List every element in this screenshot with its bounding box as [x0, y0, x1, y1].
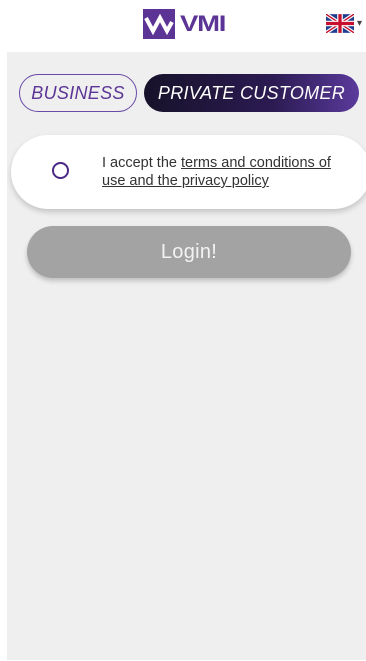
accept-terms-radio[interactable] — [52, 162, 69, 179]
app-header: VMI ▾ — [0, 0, 366, 52]
terms-text: I accept the terms and conditions of use… — [102, 154, 352, 190]
uk-flag-icon — [326, 13, 354, 33]
vmi-logo-mark-icon — [143, 9, 175, 39]
login-panel: BUSINESS PRIVATE CUSTOMER I accept the t… — [7, 52, 366, 660]
login-button[interactable]: Login! — [27, 226, 351, 278]
language-selector[interactable]: ▾ — [326, 13, 366, 33]
terms-prefix: I accept the — [102, 155, 181, 171]
chevron-down-icon: ▾ — [357, 17, 363, 29]
private-customer-segment-button[interactable]: PRIVATE CUSTOMER — [144, 74, 359, 112]
business-segment-button[interactable]: BUSINESS — [19, 74, 137, 112]
terms-acceptance-card[interactable]: I accept the terms and conditions of use… — [11, 135, 366, 209]
vmi-logo: VMI — [143, 9, 226, 39]
brand-name: VMI — [180, 11, 226, 36]
